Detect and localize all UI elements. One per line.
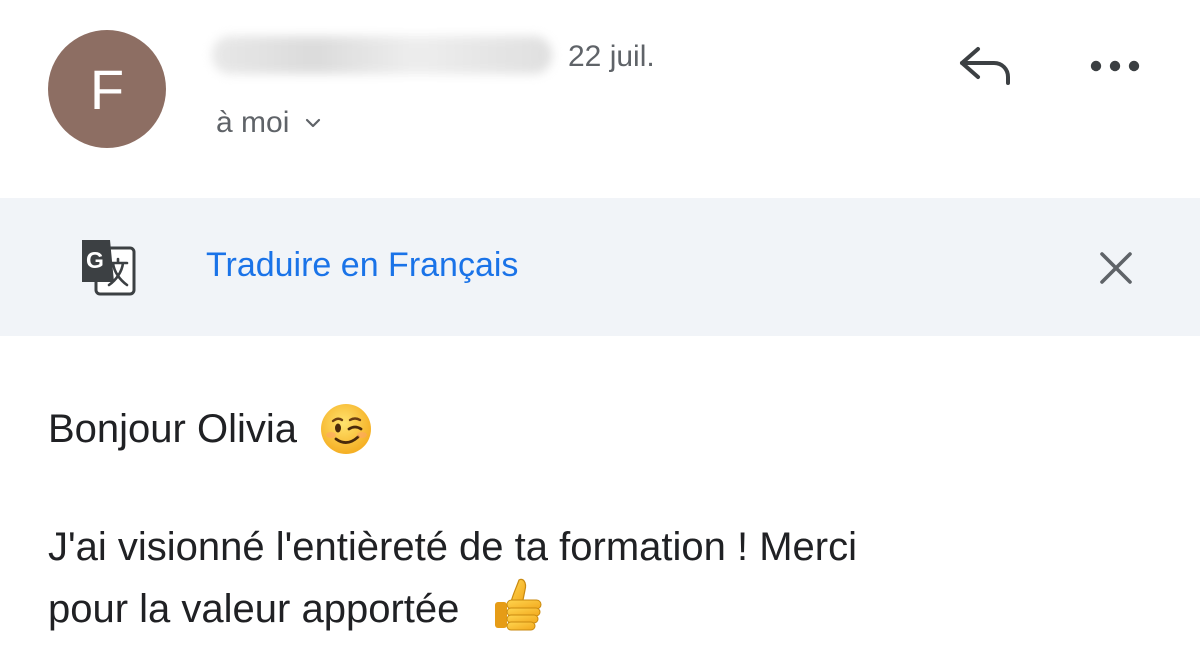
translate-banner: G Traduire en Français <box>0 198 1200 336</box>
message-line-1: J'ai visionné l'entièreté de ta formatio… <box>48 525 857 569</box>
message-date: 22 juil. <box>568 40 655 73</box>
sender-name-blurred[interactable] <box>212 36 552 74</box>
translate-link[interactable]: Traduire en Français <box>206 246 518 285</box>
svg-text:G: G <box>86 247 104 273</box>
avatar-letter: F <box>89 57 125 121</box>
more-options-button[interactable] <box>1084 44 1146 88</box>
recipient-details-toggle[interactable]: à moi <box>216 106 323 140</box>
message-body: Bonjour Olivia J'ai visionné l'entièreté… <box>48 400 1158 638</box>
more-horizontal-icon <box>1090 60 1140 72</box>
greeting-line: Bonjour Olivia <box>48 400 1158 458</box>
chevron-down-icon <box>306 118 321 128</box>
greeting-text: Bonjour Olivia <box>48 407 298 451</box>
close-translate-button[interactable] <box>1092 244 1140 292</box>
close-icon <box>1100 252 1132 284</box>
message-line-2: pour la valeur apportée <box>48 587 460 631</box>
thumbs-up-emoji <box>494 578 542 631</box>
message-header: F 22 juil. à moi <box>0 0 1200 198</box>
sender-avatar[interactable]: F <box>48 30 166 148</box>
message-paragraph: J'ai visionné l'entièreté de ta formatio… <box>48 518 1158 638</box>
winking-face-emoji <box>321 404 372 454</box>
recipient-label: à moi <box>216 106 290 139</box>
google-translate-icon: G <box>82 240 136 296</box>
reply-icon <box>960 47 1010 85</box>
reply-button[interactable] <box>952 40 1018 92</box>
